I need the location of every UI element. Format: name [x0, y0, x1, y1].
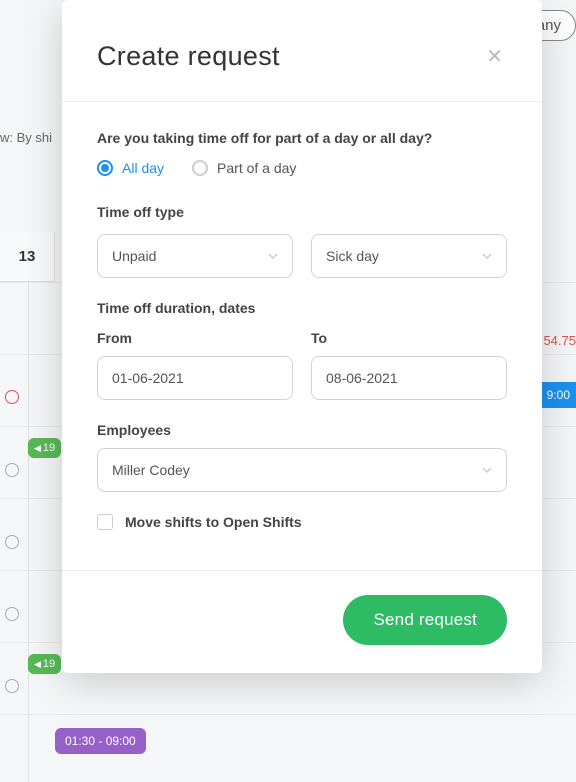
from-label: From — [97, 330, 293, 346]
checkbox-icon — [97, 514, 113, 530]
hours-value: 54.75 — [543, 333, 576, 348]
radio-icon — [192, 160, 208, 176]
clock-icon — [5, 463, 19, 477]
date-value: 01-06-2021 — [112, 370, 184, 386]
employees-select[interactable]: Miller Codey — [97, 448, 507, 492]
grid-row — [0, 714, 576, 715]
employees-label: Employees — [97, 422, 507, 438]
shift-time: 19 — [43, 658, 55, 670]
radio-label: Part of a day — [217, 160, 296, 176]
duration-question: Are you taking time off for part of a da… — [97, 130, 507, 146]
grid-divider — [28, 282, 29, 782]
to-date-input[interactable]: 08-06-2021 — [311, 356, 507, 400]
to-label: To — [311, 330, 507, 346]
radio-icon — [97, 160, 113, 176]
view-filter-label: w: By shi — [0, 130, 52, 145]
chevron-down-icon — [268, 251, 278, 261]
duration-dates-label: Time off duration, dates — [97, 300, 507, 316]
radio-all-day[interactable]: All day — [97, 160, 164, 176]
shift-chip[interactable]: 9:00 — [541, 382, 576, 408]
clock-icon — [5, 390, 19, 404]
type-label: Time off type — [97, 204, 507, 220]
select-value: Sick day — [326, 248, 379, 264]
clock-icon — [5, 607, 19, 621]
date-value: 08-06-2021 — [326, 370, 398, 386]
shift-chip[interactable]: ◀ 19 — [28, 438, 61, 458]
modal-title: Create request — [97, 41, 280, 72]
duration-radio-group: All day Part of a day — [97, 160, 507, 176]
create-request-modal: Create request ✕ Are you taking time off… — [62, 0, 542, 673]
timeoff-type-select-2[interactable]: Sick day — [311, 234, 507, 278]
close-icon: ✕ — [486, 46, 503, 68]
modal-header: Create request ✕ — [62, 0, 542, 102]
select-value: Miller Codey — [112, 462, 190, 478]
shift-time: 19 — [43, 442, 55, 454]
radio-part-day[interactable]: Part of a day — [192, 160, 296, 176]
shift-chip[interactable]: ◀ 19 — [28, 654, 61, 674]
close-button[interactable]: ✕ — [482, 40, 507, 73]
select-value: Unpaid — [112, 248, 156, 264]
checkbox-label: Move shifts to Open Shifts — [125, 514, 302, 530]
from-date-input[interactable]: 01-06-2021 — [97, 356, 293, 400]
chevron-down-icon — [482, 251, 492, 261]
radio-label: All day — [122, 160, 164, 176]
clock-icon — [5, 535, 19, 549]
send-request-button[interactable]: Send request — [343, 595, 507, 645]
modal-body: Are you taking time off for part of a da… — [62, 102, 542, 570]
move-shifts-option[interactable]: Move shifts to Open Shifts — [97, 514, 507, 530]
chevron-down-icon — [482, 465, 492, 475]
calendar-day-header: 13 — [0, 232, 55, 282]
timeoff-type-select-1[interactable]: Unpaid — [97, 234, 293, 278]
modal-footer: Send request — [62, 570, 542, 673]
clock-icon — [5, 679, 19, 693]
shift-chip[interactable]: 01:30 - 09:00 — [55, 728, 146, 754]
